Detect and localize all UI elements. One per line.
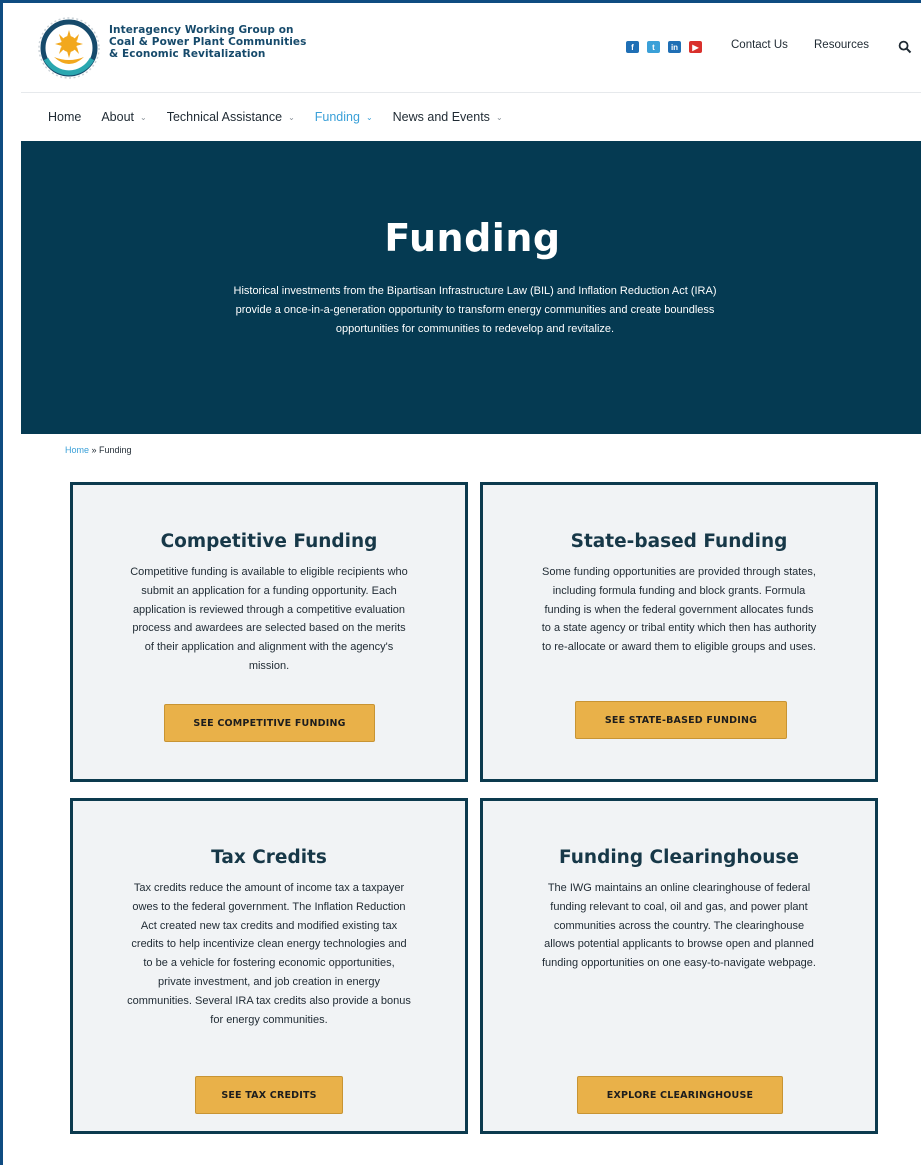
card-state-based-funding: State-based Funding Some funding opportu… xyxy=(480,482,878,782)
breadcrumb-separator: » xyxy=(89,445,100,455)
nav-item-news-and-events[interactable]: News and Events ⌄ xyxy=(393,110,503,124)
card-line: Competitive funding is available to elig… xyxy=(130,566,408,578)
nav-item-label: Home xyxy=(48,110,82,124)
org-name-line-2: Coal & Power Plant Communities xyxy=(109,36,307,48)
card-line: submit an application for a funding oppo… xyxy=(141,584,397,597)
nav-item-funding[interactable]: Funding ⌄ xyxy=(315,110,373,124)
card-title: State-based Funding xyxy=(570,531,788,552)
nav-item-about[interactable]: About ⌄ xyxy=(101,110,146,124)
org-name-line-1: Interagency Working Group on xyxy=(109,24,294,36)
card-line: funding relevant to coal, oil and gas, a… xyxy=(550,900,808,913)
card-description: Competitive funding is available to elig… xyxy=(93,563,445,676)
search-icon[interactable] xyxy=(898,40,912,54)
card-competitive-funding: Competitive Funding Competitive funding … xyxy=(70,482,468,782)
nav-item-label: Funding xyxy=(314,110,360,124)
hero-description: Historical investments from the Bipartis… xyxy=(197,282,753,339)
contact-us-link[interactable]: Contact Us xyxy=(731,39,788,51)
nav-item-label: About xyxy=(101,110,135,124)
breadcrumb-current: Funding xyxy=(99,445,132,455)
card-line: mission. xyxy=(248,659,290,672)
facebook-icon[interactable]: f xyxy=(626,41,639,53)
hero-line: opportunities for communities to redevel… xyxy=(335,323,615,335)
card-description: The IWG maintains an online clearinghous… xyxy=(503,879,855,973)
page-frame: Interagency Working Group on Coal & Powe… xyxy=(0,0,921,1165)
hero-line: provide a once-in-a-generation opportuni… xyxy=(235,304,715,316)
chevron-down-icon: ⌄ xyxy=(288,112,295,122)
card-line: funding is when the federal government a… xyxy=(544,603,814,616)
see-tax-credits-button[interactable]: SEE TAX CREDITS xyxy=(195,1076,343,1114)
card-line: private investment, and job creation in … xyxy=(158,975,380,988)
hero-line: Historical investments from the Bipartis… xyxy=(233,285,717,297)
breadcrumb-home-link[interactable]: Home xyxy=(65,445,89,455)
chevron-down-icon: ⌄ xyxy=(140,112,147,122)
card-line: including formula funding and block gran… xyxy=(552,584,806,597)
site-header: Interagency Working Group on Coal & Powe… xyxy=(21,3,921,93)
card-line: to a state agency or tribal entity which… xyxy=(541,622,817,635)
card-line: credits to help incentivize clean energy… xyxy=(131,938,407,951)
main-nav: Home About ⌄ Technical Assistance ⌄ Fundin… xyxy=(21,93,921,141)
card-line: application is reviewed through a compet… xyxy=(132,603,406,616)
card-line: Act created new tax credits and modified… xyxy=(140,919,398,932)
card-line: allows potential applicants to browse op… xyxy=(544,938,814,951)
card-description: Tax credits reduce the amount of income … xyxy=(93,879,445,1029)
org-name-line-3: & Economic Revitalization xyxy=(109,48,266,60)
chevron-down-icon: ⌄ xyxy=(495,112,503,122)
nav-item-technical-assistance[interactable]: Technical Assistance ⌄ xyxy=(167,110,295,124)
nav-item-home[interactable]: Home xyxy=(48,110,81,124)
iwg-logo-icon[interactable] xyxy=(34,13,104,83)
card-line: funding opportunities on one easy-to-nav… xyxy=(542,957,816,970)
card-line: for energy communities. xyxy=(210,1013,328,1026)
card-line: of their application and alignment with … xyxy=(144,641,394,654)
card-title: Tax Credits xyxy=(211,847,327,868)
nav-item-label: Technical Assistance xyxy=(166,110,283,124)
see-state-based-funding-button[interactable]: SEE STATE-BASED FUNDING xyxy=(575,701,787,739)
explore-clearinghouse-button[interactable]: EXPLORE CLEARINGHOUSE xyxy=(577,1076,783,1114)
linkedin-icon[interactable]: in xyxy=(668,41,681,53)
org-name[interactable]: Interagency Working Group on Coal & Powe… xyxy=(109,24,307,60)
twitter-icon[interactable]: t xyxy=(647,41,660,53)
card-line: Some funding opportunities are provided … xyxy=(542,566,816,578)
breadcrumb: Home » Funding xyxy=(65,445,132,455)
card-line: communities. Several IRA tax credits als… xyxy=(127,994,411,1007)
card-line: Tax credits reduce the amount of income … xyxy=(133,882,405,894)
see-competitive-funding-button[interactable]: SEE COMPETITIVE FUNDING xyxy=(164,704,375,742)
hero-banner: Funding Historical investments from the … xyxy=(21,141,921,434)
card-title: Funding Clearinghouse xyxy=(559,847,799,868)
card-title: Competitive Funding xyxy=(160,531,378,552)
card-line: to be a vehicle for fostering economic o… xyxy=(143,957,395,970)
resources-link[interactable]: Resources xyxy=(814,39,869,51)
card-description: Some funding opportunities are provided … xyxy=(503,563,855,657)
nav-item-label: News and Events xyxy=(392,110,490,124)
chevron-down-icon: ⌄ xyxy=(365,112,373,122)
card-line: communities across the country. The clea… xyxy=(553,919,805,932)
card-line: The IWG maintains an online clearinghous… xyxy=(547,882,811,894)
card-line: owes to the federal government. The Infl… xyxy=(132,900,406,913)
card-line: process and awardees are selected based … xyxy=(132,622,406,635)
social-links: f t in ▶ xyxy=(626,41,702,53)
card-tax-credits: Tax Credits Tax credits reduce the amoun… xyxy=(70,798,468,1134)
card-funding-clearinghouse: Funding Clearinghouse The IWG maintains … xyxy=(480,798,878,1134)
youtube-icon[interactable]: ▶ xyxy=(689,41,702,53)
card-line: to re-allocate or award them to eligible… xyxy=(542,641,816,654)
page-title: Funding xyxy=(384,216,561,260)
